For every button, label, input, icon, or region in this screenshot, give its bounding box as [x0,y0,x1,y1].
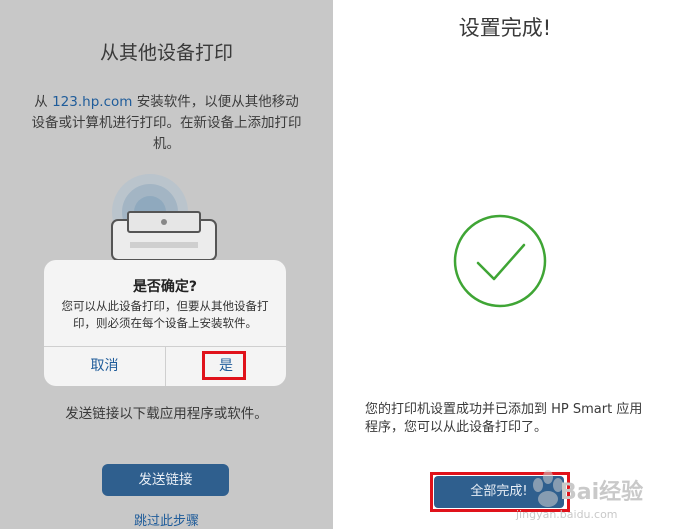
page-title: 从其他设备打印 [99,42,233,64]
printer-icon [100,172,230,272]
success-message: 您的打印机设置成功并已添加到 HP Smart 应用程序，您可以从此设备打印了。 [365,402,643,435]
checkmark-circle-icon [452,213,548,309]
watermark-text: Bai经验 [560,480,644,505]
desc-prefix: 从 [34,94,53,110]
skip-step-link[interactable]: 跳过此步骤 [0,510,333,529]
hp-link[interactable]: 123.hp.com [52,94,132,110]
watermark-url: jingyan.baidu.com [516,508,618,521]
dialog-title: 是否确定? [132,279,198,295]
completion-title: 设置完成! [458,16,552,40]
send-link-button[interactable]: 发送链接 [102,464,229,496]
send-text: 发送链接以下载应用程序或软件。 [65,406,268,422]
confirm-dialog: 是否确定? 您可以从此设备打印，但要从其他设备打印，则必须在每个设备上安装软件。… [44,260,286,386]
cancel-button[interactable]: 取消 [44,347,165,386]
description: 从 123.hp.com 安装软件，以便从其他移动设备或计算机进行打印。在新设备… [28,92,305,155]
dialog-message: 您可以从此设备打印，但要从其他设备打印，则必须在每个设备上安装软件。 [61,299,269,330]
highlight-box [202,351,246,380]
